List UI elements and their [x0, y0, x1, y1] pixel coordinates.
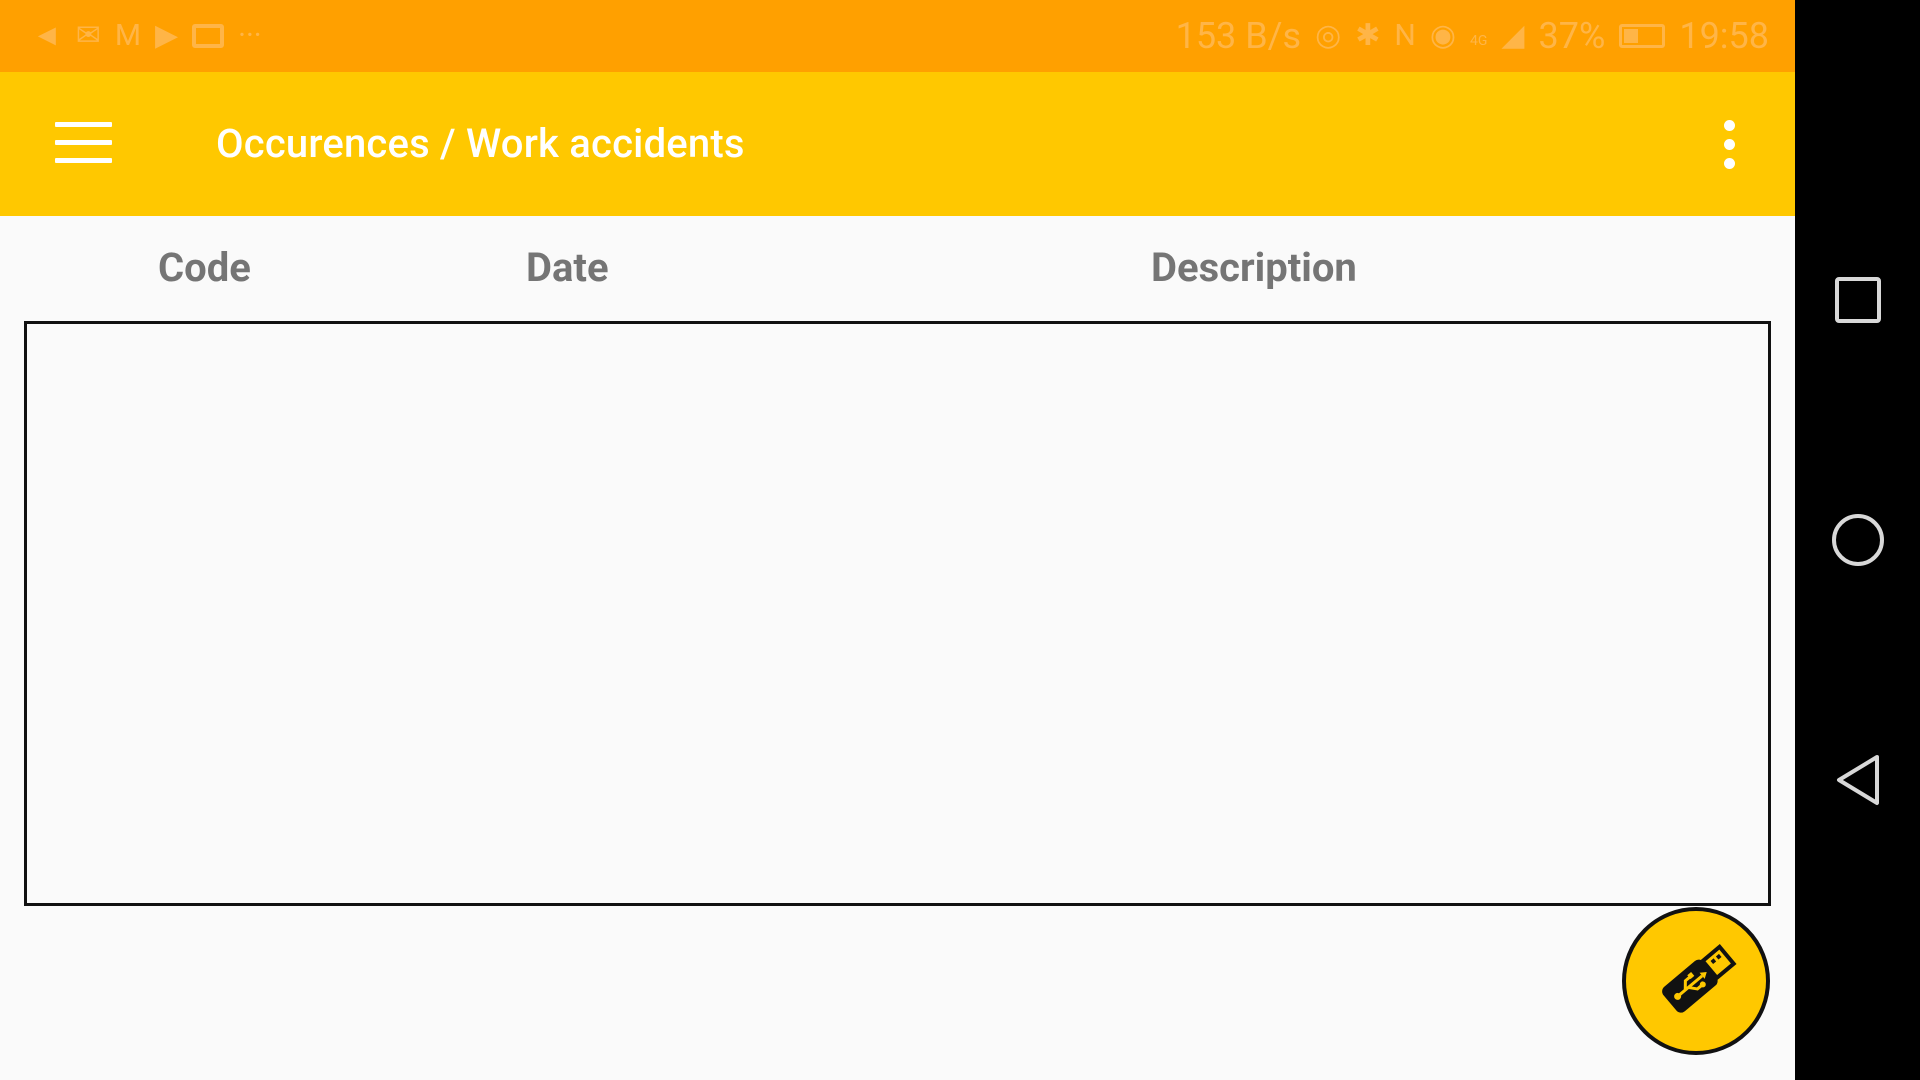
column-header-code[interactable]: Code	[158, 244, 251, 291]
home-button[interactable]	[1795, 485, 1920, 595]
network-type: 4G	[1470, 33, 1488, 49]
hotspot-icon: ◎	[1315, 18, 1342, 53]
back-button[interactable]	[1795, 725, 1920, 835]
clock: 19:58	[1679, 15, 1769, 57]
eye-comfort-icon: ◉	[1429, 18, 1457, 53]
column-header-description[interactable]: Description	[1151, 244, 1357, 291]
gmail-icon: M	[114, 18, 142, 53]
youtube-icon: ▶	[155, 18, 179, 53]
battery-icon	[1619, 24, 1666, 48]
battery-percent: 37%	[1538, 15, 1606, 57]
mail-icon: ✉	[75, 18, 101, 53]
calendar-icon	[192, 24, 225, 48]
column-header-date[interactable]: Date	[526, 244, 609, 291]
occurrences-table[interactable]	[24, 321, 1771, 906]
more-vert-icon[interactable]	[1717, 120, 1741, 172]
notification-icons: ◄ ✉ M ▶ ···	[32, 21, 262, 51]
recent-apps-button[interactable]	[1795, 245, 1920, 355]
back-icon	[1836, 755, 1879, 805]
nfc-icon: N	[1394, 18, 1416, 53]
network-speed: 153 B/s	[1175, 15, 1302, 57]
more-notifications-icon: ···	[238, 18, 262, 53]
usb-export-button[interactable]	[1622, 907, 1770, 1055]
navigation-bar	[1795, 0, 1920, 1080]
signal-icon: ◢	[1501, 18, 1525, 53]
home-icon	[1831, 514, 1884, 566]
google-plus-icon: ◄	[32, 18, 62, 53]
page-title: Occurences / Work accidents	[216, 120, 745, 167]
usb-drive-icon	[1662, 944, 1737, 1013]
bluetooth-icon: ✱	[1355, 18, 1381, 53]
recent-apps-icon	[1834, 277, 1881, 323]
hamburger-menu-icon[interactable]	[55, 122, 112, 164]
status-bar: ◄ ✉ M ▶ ··· 153 B/s ◎ ✱ N ◉ 4G ◢ 37% 19:…	[0, 0, 1795, 72]
system-status: 153 B/s ◎ ✱ N ◉ 4G ◢ 37% 19:58	[1176, 15, 1769, 57]
app-bar: Occurences / Work accidents	[0, 72, 1795, 216]
